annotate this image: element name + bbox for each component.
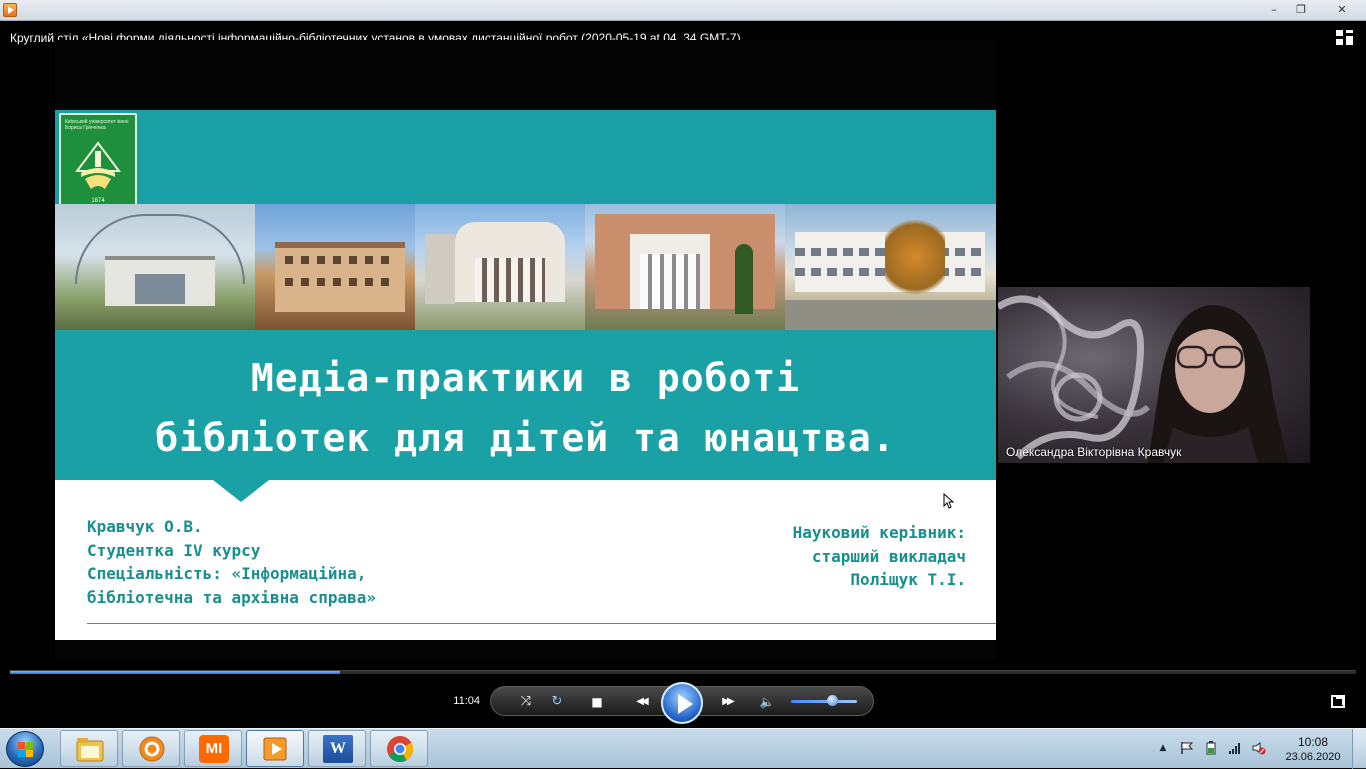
show-hidden-icons-button[interactable]: ▲	[1156, 741, 1170, 755]
supervisor-position: старший викладач	[811, 546, 966, 566]
supervisor-info: Науковий керівник: старший викладач Полі…	[793, 521, 966, 592]
author-course: Студентка IV курсу	[87, 540, 261, 560]
folder-icon	[76, 738, 104, 762]
mi-logo-icon: MI	[199, 735, 229, 763]
title-band-pointer	[213, 480, 269, 502]
fullscreen-button[interactable]	[1331, 695, 1345, 708]
logo-text: Київський університет імені Бориса Грінч…	[65, 119, 129, 131]
slide-divider	[87, 623, 996, 624]
close-button[interactable]: ✕	[1327, 1, 1357, 18]
campus-photo-2	[255, 204, 415, 330]
minimize-button[interactable]: –	[1262, 1, 1286, 18]
show-desktop-button[interactable]	[1352, 729, 1366, 769]
supervisor-heading: Науковий керівник:	[792, 523, 966, 542]
switch-view-icon[interactable]	[1336, 30, 1354, 46]
taskbar-media-player[interactable]	[246, 730, 304, 767]
campus-photo-5	[785, 204, 996, 330]
webcam-thumbnail[interactable]: Олександра Вікторівна Кравчук	[998, 287, 1310, 463]
slide-title-line-2: бібліотек для дітей та юнацтва.	[155, 416, 896, 460]
university-logo: Київський університет імені Бориса Грінч…	[59, 113, 137, 209]
playback-controls: ⤨ ↻ ■ ◀◀ ▶▶ 🔈	[490, 682, 874, 724]
volume-slider[interactable]	[791, 700, 857, 703]
mouse-pointer-icon	[943, 493, 955, 509]
clock-date[interactable]: 23.06.2020	[1280, 751, 1346, 763]
campus-photo-1	[55, 204, 255, 330]
word-icon: W	[323, 735, 353, 763]
stop-button[interactable]: ■	[586, 691, 608, 713]
next-button[interactable]: ▶▶	[709, 691, 745, 713]
campus-photo-strip	[55, 204, 996, 330]
seek-bar-progress	[10, 671, 340, 674]
media-player-app-icon	[3, 3, 17, 17]
slide-title-line-1: Медіа-практики в роботі	[250, 356, 801, 400]
open-book-emblem-icon	[75, 141, 121, 189]
campus-photo-4	[585, 204, 785, 330]
volume-slider-knob[interactable]	[826, 695, 838, 706]
author-info: Кравчук О.В. Студентка IV курсу Спеціаль…	[87, 515, 376, 609]
campus-photo-3	[415, 204, 585, 330]
author-name: Кравчук О.В.	[87, 517, 203, 536]
action-center-flag-icon[interactable]	[1180, 741, 1194, 755]
presentation-slide: Київський університет імені Бориса Грінч…	[55, 110, 996, 640]
participant-video	[998, 295, 1288, 463]
author-specialty-2: бібліотечна та архівна справа»	[87, 587, 376, 607]
chrome-icon	[387, 736, 414, 763]
participant-name: Олександра Вікторівна Кравчук	[1006, 445, 1182, 459]
video-player[interactable]: Круглий стіл «Нові форми діяльності інфо…	[0, 22, 1366, 728]
slide-header-band	[55, 110, 996, 204]
gear-icon	[139, 736, 165, 762]
shuffle-icon[interactable]: ⤨	[515, 691, 537, 713]
battery-icon[interactable]	[1204, 741, 1218, 755]
taskbar-mi-app[interactable]: MI	[184, 730, 242, 767]
slide-title: Медіа-практики в роботі бібліотек для ді…	[55, 348, 996, 468]
window-title-bar: – ❐ ✕	[0, 0, 1366, 21]
taskbar-file-explorer[interactable]	[60, 730, 118, 767]
previous-button[interactable]: ◀◀	[623, 691, 659, 713]
taskbar-word[interactable]: W	[308, 730, 366, 767]
start-button[interactable]	[6, 731, 44, 767]
repeat-icon[interactable]: ↻	[546, 691, 568, 713]
volume-muted-icon[interactable]	[1252, 741, 1266, 755]
signal-strength-icon[interactable]	[1228, 741, 1242, 755]
taskbar-settings-app[interactable]	[122, 730, 180, 767]
restore-button[interactable]: ❐	[1289, 1, 1313, 18]
seek-bar[interactable]	[10, 670, 1356, 674]
supervisor-name: Поліщук Т.І.	[850, 570, 966, 589]
volume-icon[interactable]: 🔈	[756, 691, 778, 713]
author-specialty-1: Спеціальність: «Інформаційна,	[87, 564, 367, 583]
slide-title-band: Медіа-практики в роботі бібліотек для ді…	[55, 330, 996, 480]
elapsed-time: 11:04	[453, 695, 480, 707]
taskbar: MI W ▲ 10:08 23.06.2020	[0, 728, 1366, 769]
taskbar-chrome[interactable]	[370, 730, 428, 767]
media-player-icon	[263, 737, 287, 761]
play-button[interactable]	[661, 682, 703, 724]
clock-time[interactable]: 10:08	[1280, 735, 1346, 749]
